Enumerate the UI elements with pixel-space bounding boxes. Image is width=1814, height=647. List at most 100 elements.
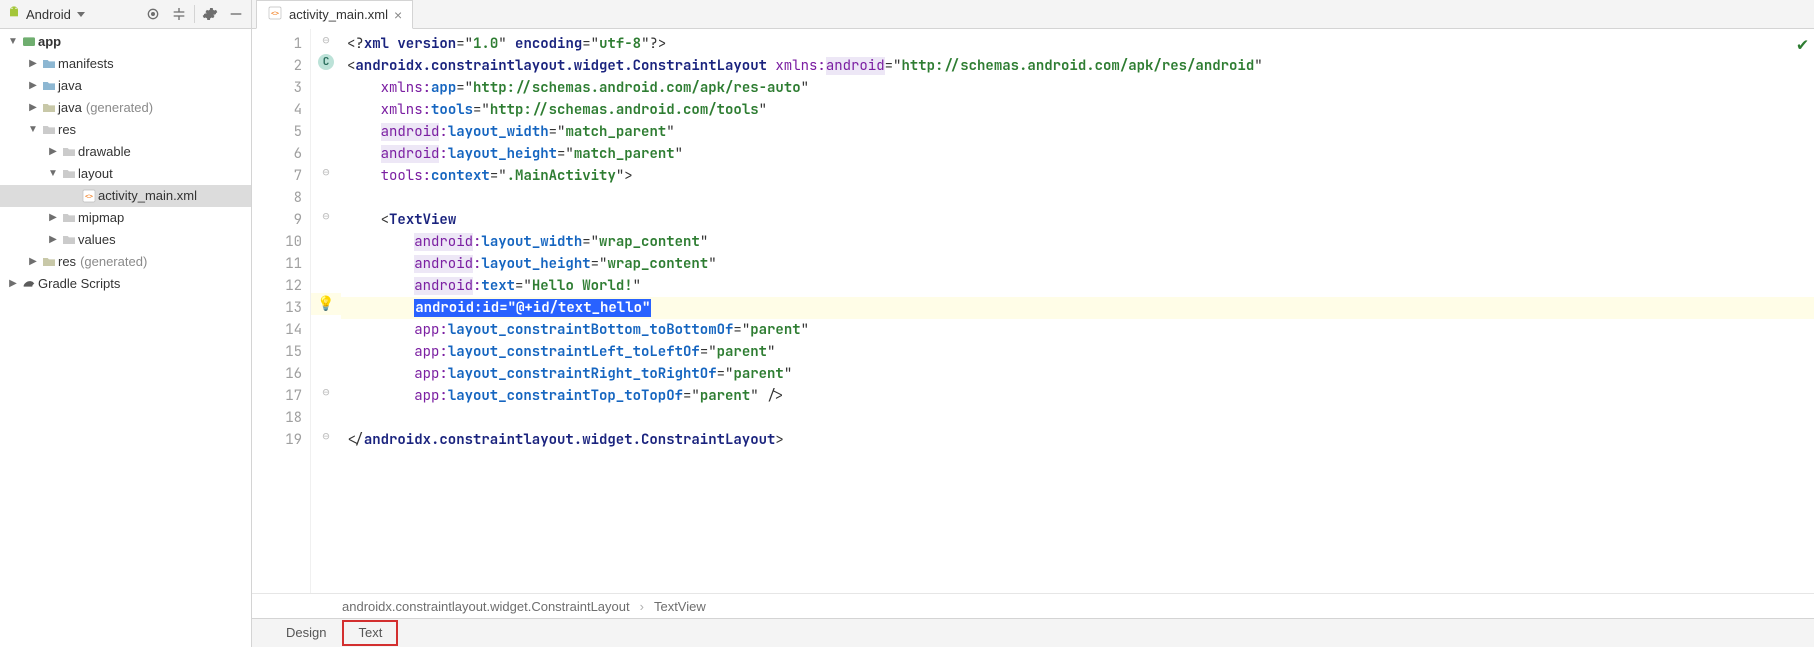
code-line[interactable] <box>341 407 1814 429</box>
tree-item-label: app <box>38 31 61 53</box>
chevron-right-icon[interactable]: ▶ <box>46 207 60 229</box>
code-line[interactable]: android:id="@+id/text_hello" <box>341 297 1814 319</box>
line-number[interactable]: 2 <box>252 55 302 77</box>
tree-item[interactable]: ▼res <box>0 119 251 141</box>
project-view-selector[interactable]: Android <box>4 5 87 24</box>
code-line[interactable]: <TextView <box>341 209 1814 231</box>
chevron-right-icon[interactable]: ▶ <box>26 53 40 75</box>
code-area[interactable]: ✔ <?xml version="1.0" encoding="utf-8"?>… <box>341 29 1814 593</box>
tab-design[interactable]: Design <box>270 620 342 646</box>
code-line[interactable]: xmlns:tools="http://schemas.android.com/… <box>341 99 1814 121</box>
folder-icon <box>40 56 58 72</box>
line-number-gutter[interactable]: 12345678910111213141516171819 <box>252 29 311 593</box>
tree-item-label: drawable <box>78 141 131 163</box>
line-number[interactable]: 13 <box>252 297 302 319</box>
code-line[interactable]: android:layout_height="match_parent" <box>341 143 1814 165</box>
target-icon[interactable] <box>142 3 164 25</box>
tree-item[interactable]: ▶values <box>0 229 251 251</box>
editor-panel: <> activity_main.xml × 12345678910111213… <box>252 0 1814 647</box>
line-number[interactable]: 18 <box>252 407 302 429</box>
tree-item-label: java <box>58 75 82 97</box>
tree-item[interactable]: ▼layout <box>0 163 251 185</box>
code-line[interactable]: app:layout_constraintRight_toRightOf="pa… <box>341 363 1814 385</box>
line-number[interactable]: 5 <box>252 121 302 143</box>
line-number[interactable]: 6 <box>252 143 302 165</box>
breadcrumb-seg-1[interactable]: androidx.constraintlayout.widget.Constra… <box>342 599 630 614</box>
breadcrumb-seg-2[interactable]: TextView <box>654 599 706 614</box>
tree-item[interactable]: ▶ drawable <box>0 141 251 163</box>
line-number[interactable]: 3 <box>252 77 302 99</box>
code-line[interactable]: app:layout_constraintBottom_toBottomOf="… <box>341 319 1814 341</box>
collapse-icon[interactable] <box>168 3 190 25</box>
fold-icon[interactable]: ⊖ <box>322 32 329 48</box>
folder-res-icon <box>40 122 58 138</box>
tree-item[interactable]: ▶java(generated) <box>0 97 251 119</box>
chevron-down-icon[interactable]: ▼ <box>26 119 40 141</box>
chevron-down-icon <box>77 12 85 17</box>
fold-end-icon[interactable]: ⊖ <box>322 164 329 180</box>
line-number[interactable]: 14 <box>252 319 302 341</box>
tree-item-label: activity_main.xml <box>98 185 197 207</box>
line-number[interactable]: 1 <box>252 33 302 55</box>
folder-res-icon <box>60 144 78 160</box>
change-marker-icon[interactable]: C <box>318 54 334 70</box>
line-number[interactable]: 11 <box>252 253 302 275</box>
code-line[interactable]: </androidx.constraintlayout.widget.Const… <box>341 429 1814 451</box>
close-icon[interactable]: × <box>394 8 402 22</box>
editor-body: 12345678910111213141516171819 ⊖C⊖⊖💡⊖⊖ ✔ … <box>252 29 1814 593</box>
editor-tab-strip: <> activity_main.xml × <box>252 0 1814 29</box>
intention-bulb-icon[interactable]: 💡 <box>317 295 334 313</box>
gutter-icon-column: ⊖ C ⊖ ⊖ 💡 ⊖ ⊖ <box>311 29 341 593</box>
chevron-right-icon[interactable]: ▶ <box>26 97 40 119</box>
editor-tab-activity-main[interactable]: <> activity_main.xml × <box>256 0 413 29</box>
code-line[interactable]: <?xml version="1.0" encoding="utf-8"?> <box>341 33 1814 55</box>
tree-item-note: (generated) <box>80 251 147 273</box>
line-number[interactable]: 4 <box>252 99 302 121</box>
line-number[interactable]: 8 <box>252 187 302 209</box>
tree-item[interactable]: ▼ app <box>0 31 251 53</box>
fold-icon[interactable]: ⊖ <box>322 208 329 224</box>
tab-text[interactable]: Text <box>342 620 398 646</box>
chevron-right-icon[interactable]: ▶ <box>46 141 60 163</box>
code-line[interactable]: <androidx.constraintlayout.widget.Constr… <box>341 55 1814 77</box>
line-number[interactable]: 16 <box>252 363 302 385</box>
chevron-right-icon[interactable]: ▶ <box>26 75 40 97</box>
tree-item-note: (generated) <box>86 97 153 119</box>
gear-icon[interactable] <box>199 3 221 25</box>
breadcrumb[interactable]: androidx.constraintlayout.widget.Constra… <box>252 593 1814 618</box>
tree-item[interactable]: ▶ res(generated) <box>0 251 251 273</box>
code-line[interactable]: android:layout_height="wrap_content" <box>341 253 1814 275</box>
line-number[interactable]: 12 <box>252 275 302 297</box>
chevron-down-icon[interactable]: ▼ <box>6 31 20 53</box>
tree-item[interactable]: ▶mipmap <box>0 207 251 229</box>
tree-item[interactable]: ▶ java <box>0 75 251 97</box>
fold-end-icon[interactable]: ⊖ <box>322 428 329 444</box>
tree-item[interactable]: ▶Gradle Scripts <box>0 273 251 295</box>
code-line[interactable]: android:text="Hello World!" <box>341 275 1814 297</box>
code-line[interactable]: android:layout_width="wrap_content" <box>341 231 1814 253</box>
tree-item[interactable]: ▶manifests <box>0 53 251 75</box>
code-line[interactable]: tools:context=".MainActivity"> <box>341 165 1814 187</box>
line-number[interactable]: 15 <box>252 341 302 363</box>
code-line[interactable] <box>341 187 1814 209</box>
tree-item[interactable]: ▶<>activity_main.xml <box>0 185 251 207</box>
tree-item-label: res <box>58 251 76 273</box>
hide-icon[interactable] <box>225 3 247 25</box>
project-tree[interactable]: ▼app▶manifests▶java▶java(generated)▼res▶… <box>0 29 251 647</box>
xml-file-icon: <> <box>267 5 283 24</box>
chevron-down-icon[interactable]: ▼ <box>46 163 60 185</box>
chevron-right-icon[interactable]: ▶ <box>6 273 20 295</box>
code-line[interactable]: xmlns:app="http://schemas.android.com/ap… <box>341 77 1814 99</box>
fold-end-icon[interactable]: ⊖ <box>322 384 329 400</box>
line-number[interactable]: 17 <box>252 385 302 407</box>
chevron-right-icon[interactable]: ▶ <box>26 251 40 273</box>
code-line[interactable]: app:layout_constraintTop_toTopOf="parent… <box>341 385 1814 407</box>
folder-gen-icon <box>40 254 58 270</box>
line-number[interactable]: 10 <box>252 231 302 253</box>
code-line[interactable]: app:layout_constraintLeft_toLeftOf="pare… <box>341 341 1814 363</box>
line-number[interactable]: 19 <box>252 429 302 451</box>
line-number[interactable]: 7 <box>252 165 302 187</box>
line-number[interactable]: 9 <box>252 209 302 231</box>
code-line[interactable]: android:layout_width="match_parent" <box>341 121 1814 143</box>
chevron-right-icon[interactable]: ▶ <box>46 229 60 251</box>
